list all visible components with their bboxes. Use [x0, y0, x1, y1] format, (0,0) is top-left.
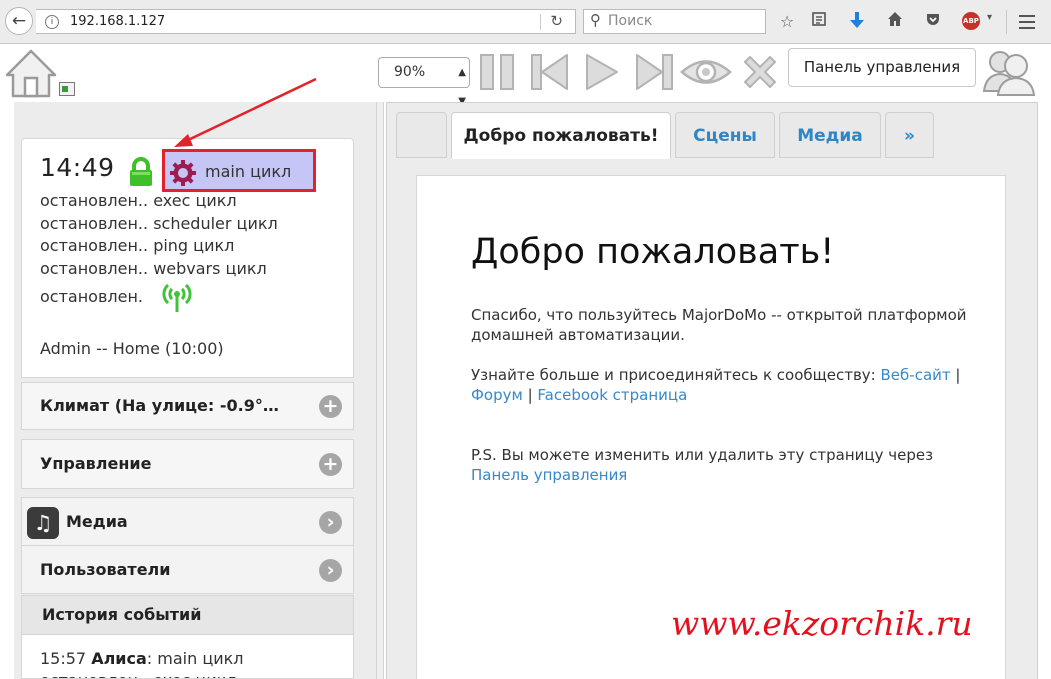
sidebar-item-control[interactable]: Управление +	[21, 439, 354, 489]
tab-welcome[interactable]: Добро пожаловать!	[451, 112, 671, 159]
previous-icon[interactable]	[529, 51, 571, 97]
main-cycle-label: main цикл	[205, 162, 292, 181]
search-icon: ⚲	[590, 11, 601, 29]
control-panel-link[interactable]: Панель управления	[471, 466, 627, 484]
history-list: 15:57 Алиса: main цикл остановлен.. exec…	[21, 635, 354, 679]
community-text: Узнайте больше и присоединяйтесь к сообщ…	[471, 366, 961, 404]
back-button[interactable]: ←	[5, 7, 33, 35]
signal-icon	[160, 281, 194, 317]
menu-icon[interactable]	[1019, 15, 1035, 33]
tab-scenes[interactable]: Сцены	[675, 112, 775, 158]
cycle-status-line: остановлен.. exec цикл	[40, 191, 237, 210]
website-link[interactable]: Веб-сайт	[881, 366, 951, 384]
app-header: 90% ▲▼ Панель управления	[0, 44, 1051, 107]
login-icon[interactable]	[59, 82, 75, 96]
cycle-status-line: остановлен.. webvars цикл	[40, 259, 267, 278]
tab-media[interactable]: Медиа	[779, 112, 881, 158]
list-item: остановлен.. exec цикл	[40, 671, 237, 678]
info-icon[interactable]: i	[45, 15, 59, 29]
clock: 14:49	[40, 153, 115, 182]
zoom-value: 90%	[394, 64, 426, 80]
search-placeholder: Поиск	[608, 13, 653, 29]
gear-icon	[169, 159, 197, 191]
ps-text: P.S. Вы можете изменить или удалить эту …	[471, 446, 934, 484]
tab-blank[interactable]	[396, 112, 447, 158]
bookmark-star-icon[interactable]: ☆	[776, 11, 798, 33]
main-cycle-status[interactable]: main цикл	[162, 149, 316, 192]
search-input[interactable]: ⚲ Поиск	[583, 9, 766, 34]
sidebar-item-media[interactable]: ♫ Медиа ›	[21, 497, 354, 546]
sidebar-item-label: Управление	[40, 454, 152, 473]
adblock-icon[interactable]: ABP	[962, 12, 980, 30]
home-icon[interactable]	[5, 48, 57, 102]
status-card: 14:49 main цикл остановлен.. exec цикл о…	[21, 138, 354, 378]
home-button-icon[interactable]	[884, 11, 906, 33]
browser-toolbar: ← i 192.168.1.127 ↻ ⚲ Поиск ☆ ABP ▾	[0, 0, 1051, 44]
lock-icon	[128, 157, 154, 191]
facebook-link[interactable]: Facebook страница	[537, 386, 687, 404]
play-icon[interactable]	[581, 51, 623, 97]
cycle-status-line: остановлен.	[40, 287, 144, 306]
zoom-select[interactable]: 90% ▲▼	[378, 57, 470, 107]
page-title: Добро пожаловать!	[471, 232, 835, 272]
sidebar-item-label: Климат (На улице: -0.9°…	[40, 396, 279, 415]
reload-icon[interactable]: ↻	[550, 10, 563, 33]
control-panel-button[interactable]: Панель управления	[788, 48, 976, 87]
toolbar-separator	[1006, 10, 1007, 34]
sidebar-item-climate[interactable]: Климат (На улице: -0.9°… +	[21, 382, 354, 430]
list-item: 15:57 Алиса: main цикл	[40, 649, 244, 668]
plus-icon[interactable]: +	[319, 453, 342, 476]
eye-icon[interactable]	[680, 51, 732, 97]
download-icon[interactable]	[846, 11, 868, 33]
forum-link[interactable]: Форум	[471, 386, 523, 404]
chevron-down-icon[interactable]: ▾	[987, 12, 992, 23]
sidebar-item-label: Медиа	[66, 512, 128, 531]
plus-icon[interactable]: +	[319, 395, 342, 418]
next-icon[interactable]	[633, 51, 675, 97]
pause-icon[interactable]	[477, 51, 519, 97]
url-separator	[540, 14, 541, 30]
reading-list-icon[interactable]	[808, 11, 830, 33]
chevron-right-icon[interactable]: ›	[319, 559, 342, 582]
music-note-icon: ♫	[27, 507, 59, 539]
url-bar[interactable]: i 192.168.1.127 ↻	[36, 9, 576, 34]
sidebar-item-label: Пользователи	[40, 560, 171, 579]
close-icon[interactable]	[739, 51, 781, 97]
url-text: 192.168.1.127	[70, 14, 166, 29]
sidebar-item-users[interactable]: Пользователи ›	[21, 545, 354, 594]
admin-status: Admin -- Home (10:00)	[40, 339, 224, 358]
cycle-status-line: остановлен.. scheduler цикл	[40, 214, 278, 233]
watermark: www.ekzorchik.ru	[671, 604, 973, 643]
tab-more[interactable]: »	[885, 112, 934, 158]
column-splitter[interactable]	[376, 102, 384, 679]
welcome-text: Спасибо, что пользуйтесь MajorDoMo -- от…	[471, 306, 967, 344]
history-title[interactable]: История событий	[21, 595, 354, 635]
cycle-status-line: остановлен.. ping цикл	[40, 236, 235, 255]
users-icon[interactable]	[982, 45, 1036, 101]
arrow-left-icon: ←	[11, 11, 27, 31]
pocket-icon[interactable]	[922, 11, 944, 33]
chevron-right-icon[interactable]: ›	[319, 511, 342, 534]
